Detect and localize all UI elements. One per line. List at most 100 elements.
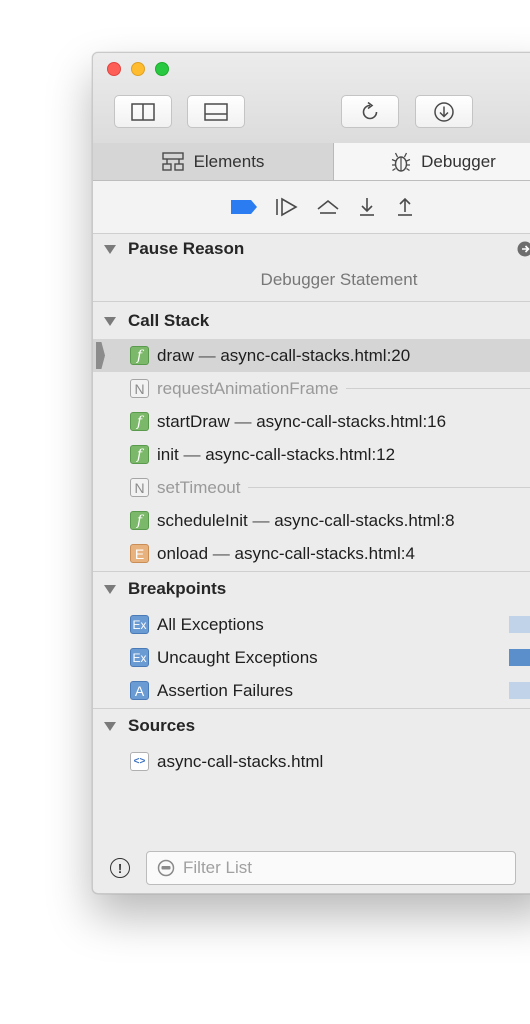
section-divider: [93, 708, 530, 709]
download-button[interactable]: [415, 95, 473, 128]
exclamation-circle-icon[interactable]: !: [110, 858, 130, 878]
frame-separator: —: [178, 444, 206, 464]
function-icon: f: [130, 511, 149, 530]
breakpoint-label: Uncaught Exceptions: [157, 647, 318, 667]
frame-name: init: [157, 444, 179, 464]
disclosure-triangle-icon: [104, 584, 116, 594]
step-out-icon: [398, 197, 412, 216]
section-divider: [93, 571, 530, 572]
sources-title: Sources: [128, 716, 196, 735]
resume-icon: [276, 197, 298, 217]
breakpoint-label: All Exceptions: [157, 614, 264, 634]
call-frame-startdraw[interactable]: f startDraw — async-call-stacks.html:16: [93, 405, 530, 438]
call-frame-onload[interactable]: E onload — async-call-stacks.html:4: [93, 537, 530, 570]
breakpoint-assertion-failures[interactable]: A Assertion Failures: [93, 674, 530, 707]
step-into-button[interactable]: [356, 196, 378, 218]
frame-location: async-call-stacks.html:16: [256, 411, 447, 431]
breakpoint-icon: [231, 200, 257, 214]
function-icon: f: [130, 412, 149, 431]
native-icon: N: [130, 379, 149, 398]
reload-button[interactable]: [341, 95, 399, 128]
filter-bar: ! Filter List: [93, 841, 530, 893]
breakpoint-toggle[interactable]: [509, 682, 530, 699]
html-file-icon: <>: [130, 752, 149, 771]
filter-list-input[interactable]: Filter List: [146, 851, 516, 885]
event-listener-icon: E: [130, 544, 149, 563]
disclosure-triangle-icon: [104, 244, 116, 254]
step-out-button[interactable]: [394, 196, 416, 218]
pause-reason-header[interactable]: Pause Reason: [93, 233, 530, 265]
go-to-arrow-icon[interactable]: [517, 241, 530, 257]
boundary-name: setTimeout: [157, 477, 241, 497]
disclosure-triangle-icon: [104, 721, 116, 731]
async-boundary-set-timeout: N setTimeout: [93, 471, 530, 504]
tab-debugger[interactable]: Debugger: [334, 143, 530, 180]
call-stack-title: Call Stack: [128, 311, 210, 330]
exception-icon: Ex: [130, 648, 149, 667]
native-icon: N: [130, 478, 149, 497]
frame-separator: —: [193, 345, 221, 365]
boundary-line: [248, 487, 530, 488]
section-divider: [93, 301, 530, 302]
breakpoint-all-exceptions[interactable]: Ex All Exceptions: [93, 608, 530, 641]
split-vertical-icon: [131, 102, 155, 121]
async-boundary-request-animation-frame: N requestAnimationFrame: [93, 372, 530, 405]
boundary-line: [346, 388, 530, 389]
breakpoint-toggle[interactable]: [509, 649, 530, 666]
function-icon: f: [130, 445, 149, 464]
download-icon: [434, 101, 454, 122]
tab-debugger-label: Debugger: [421, 151, 496, 171]
dock-side-button[interactable]: [114, 95, 172, 128]
step-over-icon: [317, 199, 339, 214]
elements-icon: [161, 151, 184, 172]
frame-location: async-call-stacks.html:8: [274, 510, 455, 530]
debugger-toolbar: [93, 181, 530, 234]
tab-elements-label: Elements: [193, 151, 265, 171]
filter-icon: [157, 859, 175, 877]
step-over-button[interactable]: [316, 197, 340, 217]
call-frame-draw[interactable]: f draw — async-call-stacks.html:20: [93, 339, 530, 372]
frame-separator: —: [229, 411, 257, 431]
exception-icon: Ex: [130, 615, 149, 634]
frame-separator: —: [247, 510, 275, 530]
split-horizontal-icon: [204, 102, 228, 121]
source-file-label: async-call-stacks.html: [157, 751, 324, 771]
frame-location: async-call-stacks.html:12: [205, 444, 396, 464]
filter-placeholder: Filter List: [183, 858, 252, 877]
reload-icon: [362, 101, 378, 119]
call-stack-header[interactable]: Call Stack: [93, 305, 530, 337]
sources-header[interactable]: Sources: [93, 710, 530, 742]
breakpoint-uncaught-exceptions[interactable]: Ex Uncaught Exceptions: [93, 641, 530, 674]
frame-location: async-call-stacks.html:20: [220, 345, 411, 365]
bug-icon: [391, 151, 411, 173]
zoom-button[interactable]: [155, 62, 169, 76]
breakpoint-toggle[interactable]: [509, 616, 530, 633]
pause-reason-text: Debugger Statement: [260, 270, 418, 289]
tab-bar: Elements Debugger: [93, 143, 530, 181]
disclosure-triangle-icon: [104, 316, 116, 326]
breakpoints-title: Breakpoints: [128, 579, 227, 598]
breakpoint-label: Assertion Failures: [157, 680, 294, 700]
frame-name: startDraw: [157, 411, 230, 431]
call-frame-scheduleinit[interactable]: f scheduleInit — async-call-stacks.html:…: [93, 504, 530, 537]
boundary-name: requestAnimationFrame: [157, 378, 339, 398]
assertion-icon: A: [130, 681, 149, 700]
frame-separator: —: [208, 543, 235, 563]
function-icon: f: [130, 346, 149, 365]
breakpoints-toggle-button[interactable]: [230, 198, 258, 216]
web-inspector-window: Elements Debugger Pause Reason Debugger …: [92, 52, 530, 894]
source-file-item[interactable]: <> async-call-stacks.html: [93, 745, 530, 778]
frame-name: draw: [157, 345, 194, 365]
call-frame-init[interactable]: f init — async-call-stacks.html:12: [93, 438, 530, 471]
close-button[interactable]: [107, 62, 121, 76]
frame-name: onload: [157, 543, 209, 563]
current-frame-marker-icon: [96, 342, 105, 369]
minimize-button[interactable]: [131, 62, 145, 76]
tab-elements[interactable]: Elements: [93, 143, 334, 180]
title-bar: [93, 53, 530, 144]
pause-reason-title: Pause Reason: [128, 239, 245, 258]
dock-bottom-button[interactable]: [187, 95, 245, 128]
frame-name: scheduleInit: [157, 510, 248, 530]
resume-button[interactable]: [274, 197, 300, 217]
breakpoints-header[interactable]: Breakpoints: [93, 573, 530, 605]
